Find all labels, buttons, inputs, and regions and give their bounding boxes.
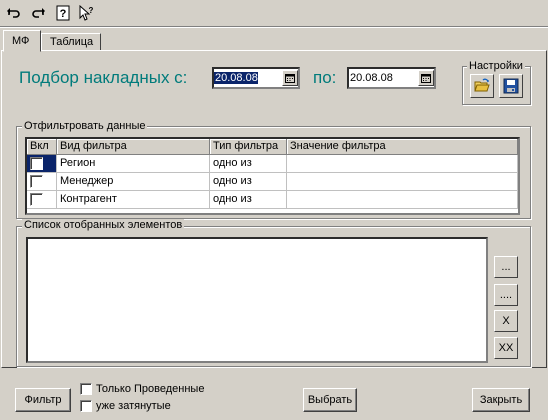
- button-label: XX: [498, 342, 514, 354]
- filter-value-cell[interactable]: [287, 173, 518, 191]
- button-label: Выбрать: [307, 394, 353, 406]
- svg-text:?: ?: [89, 6, 94, 15]
- filter-button[interactable]: Фильтр: [15, 388, 71, 412]
- tab-label: Таблица: [50, 36, 94, 48]
- date-to-field[interactable]: 20.08.08: [347, 67, 436, 89]
- filter-kind-cell: Менеджер: [57, 173, 210, 191]
- column-header[interactable]: Вкл: [27, 139, 57, 155]
- filter-kind-cell: Контрагент: [57, 191, 210, 209]
- button-label: ...: [501, 261, 511, 273]
- button-label: ....: [499, 289, 513, 301]
- filter-table: Вкл Вид фильтра Тип фильтра Значение фил…: [25, 137, 520, 215]
- only-posted-label: Только Проведенные: [96, 383, 205, 395]
- select-one-button[interactable]: ...: [494, 256, 518, 278]
- filter-type-cell: одно из: [210, 173, 287, 191]
- date-to-label: по:: [313, 68, 337, 87]
- only-posted-checkbox[interactable]: [80, 383, 92, 395]
- open-folder-icon: [474, 78, 490, 92]
- tab-label: МФ: [12, 35, 30, 47]
- enabled-cell[interactable]: [27, 191, 57, 209]
- already-pulled-label: уже затянутые: [96, 400, 171, 412]
- date-from-field[interactable]: 20.08.08: [212, 67, 300, 89]
- select-many-button[interactable]: ....: [494, 284, 518, 306]
- selected-elements-list[interactable]: [26, 237, 488, 363]
- date-to-value: 20.08.08: [350, 72, 393, 84]
- enabled-checkbox[interactable]: [30, 175, 43, 188]
- enabled-checkbox[interactable]: [30, 193, 43, 206]
- toolbar: ? ?: [0, 0, 548, 26]
- enabled-checkbox[interactable]: [30, 157, 43, 170]
- button-label: Закрыть: [479, 394, 523, 406]
- table-row[interactable]: Регион одно из: [27, 155, 518, 173]
- close-button[interactable]: Закрыть: [472, 388, 530, 412]
- table-row[interactable]: Контрагент одно из: [27, 191, 518, 209]
- calendar-icon[interactable]: [282, 70, 298, 86]
- table-header: Вкл Вид фильтра Тип фильтра Значение фил…: [27, 139, 518, 155]
- button-label: X: [502, 315, 510, 327]
- already-pulled-option[interactable]: уже затянутые: [80, 400, 171, 412]
- column-header[interactable]: Тип фильтра: [210, 139, 287, 155]
- help-icon[interactable]: ?: [53, 3, 73, 23]
- button-label: Фильтр: [24, 394, 62, 406]
- filter-kind-cell: Регион: [57, 155, 210, 173]
- filter-value-cell[interactable]: [287, 191, 518, 209]
- selected-elements-title: Список отобранных элементов: [22, 219, 185, 231]
- select-button[interactable]: Выбрать: [303, 388, 357, 412]
- filter-type-cell: одно из: [210, 191, 287, 209]
- context-help-cursor-icon[interactable]: ?: [76, 3, 96, 23]
- toolbar-separator: [0, 26, 548, 28]
- enabled-cell[interactable]: [27, 155, 57, 173]
- filter-type-cell: одно из: [210, 155, 287, 173]
- already-pulled-checkbox[interactable]: [80, 400, 92, 412]
- column-header[interactable]: Значение фильтра: [287, 139, 518, 155]
- enabled-cell[interactable]: [27, 173, 57, 191]
- undo-arrow-icon[interactable]: [4, 3, 24, 23]
- filter-value-cell[interactable]: [287, 155, 518, 173]
- column-header[interactable]: Вид фильтра: [57, 139, 210, 155]
- date-from-label: Подбор накладных с:: [19, 68, 188, 87]
- tab-table[interactable]: Таблица: [41, 33, 101, 51]
- svg-text:?: ?: [60, 8, 67, 20]
- calendar-icon[interactable]: [418, 70, 434, 86]
- date-from-value: 20.08.08: [214, 72, 258, 84]
- remove-one-button[interactable]: X: [494, 310, 518, 332]
- save-settings-button[interactable]: [499, 74, 523, 98]
- redo-arrow-icon[interactable]: [28, 3, 48, 23]
- only-posted-option[interactable]: Только Проведенные: [80, 383, 204, 395]
- filter-group-title: Отфильтровать данные: [22, 120, 148, 132]
- open-settings-button[interactable]: [470, 74, 494, 98]
- settings-group-title: Настройки: [467, 60, 525, 72]
- tab-mf[interactable]: МФ: [3, 30, 41, 52]
- remove-all-button[interactable]: XX: [494, 337, 518, 359]
- table-row[interactable]: Менеджер одно из: [27, 173, 518, 191]
- floppy-save-icon: [503, 78, 519, 94]
